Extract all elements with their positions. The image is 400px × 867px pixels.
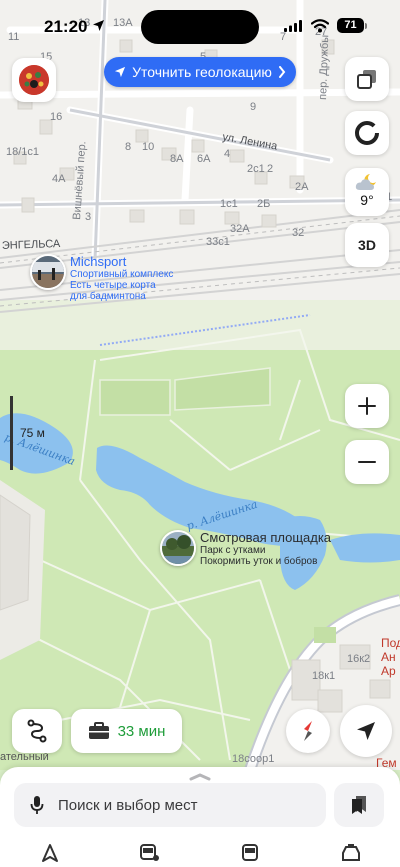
tab-taxi-icon[interactable] (340, 843, 362, 863)
commute-time-button[interactable]: 33 мин (71, 709, 182, 753)
house-number-label: 18соор1 (232, 753, 274, 765)
house-number-label: 1с1 (220, 198, 238, 210)
geolocation-label: Уточнить геолокацию (132, 64, 272, 80)
map-scale-bar (10, 396, 13, 470)
battery-indicator: 71 (337, 18, 364, 33)
status-time: 21:20 (44, 17, 88, 36)
briefcase-icon (88, 722, 109, 739)
chevron-right-icon (278, 66, 286, 78)
bottom-sheet[interactable]: Поиск и выбор мест (0, 767, 400, 867)
search-placeholder: Поиск и выбор мест (58, 796, 198, 814)
poi-subtitle: Спортивный комплекс (70, 269, 174, 280)
house-number-label: 2с1 (247, 163, 265, 175)
sports-hall-photo-icon (32, 256, 64, 288)
weather-button[interactable]: 9° (345, 168, 389, 216)
poi-photo (160, 530, 196, 566)
battery-tip (365, 23, 367, 29)
house-number-label: 3 (85, 211, 91, 223)
map-scale-label: 75 м (20, 426, 45, 440)
tab-bus-icon[interactable] (240, 843, 260, 863)
refine-geolocation-button[interactable]: Уточнить геолокацию (104, 57, 296, 87)
poi-marker-michsport[interactable]: Michsport Спортивный комплекс Есть четыр… (30, 254, 173, 302)
poi-photo (30, 254, 66, 290)
search-input[interactable]: Поиск и выбор мест (14, 783, 326, 827)
poi-detail: Покормить уток и бобров (200, 556, 318, 567)
my-location-button[interactable] (340, 705, 392, 757)
house-number-label: 8 (125, 141, 131, 153)
compass-icon (304, 721, 312, 741)
house-number-label: 10 (142, 141, 154, 153)
navigation-arrow-icon (357, 722, 375, 740)
tab-transport-icon[interactable] (138, 843, 160, 863)
zoom-in-button[interactable] (345, 384, 389, 428)
signal-icon (284, 20, 302, 32)
layers-icon (357, 70, 376, 89)
plus-icon (358, 397, 376, 415)
bookmarks-button[interactable] (334, 783, 384, 827)
microphone-icon[interactable] (30, 795, 44, 815)
house-number-label: 32А (230, 223, 250, 235)
poi-cut-label-2: Ан (381, 650, 396, 664)
poi-subtitle: Парк с утками (200, 545, 266, 556)
house-number-label: 33с1 (206, 236, 230, 248)
house-number-label: 4А (52, 173, 66, 185)
house-number-label: 6А (197, 153, 211, 165)
poi-cut-label-1: Под (381, 636, 400, 650)
zoom-out-button[interactable] (345, 440, 389, 484)
house-number-label: 2А (295, 181, 309, 193)
poi-detail: Есть четыре корта (70, 280, 156, 291)
compass-button[interactable] (286, 709, 330, 753)
wifi-icon (311, 19, 329, 33)
house-number-label: 16 (50, 111, 62, 123)
viewpoint-photo-icon (162, 532, 194, 564)
poi-title: Michsport (70, 254, 127, 269)
poi-marker-viewpoint[interactable]: Смотровая площадка Парк с утками Покорми… (160, 530, 331, 567)
house-number-label: 4 (224, 148, 230, 160)
avatar-pattern-icon (19, 65, 49, 95)
alice-assistant-button[interactable] (345, 111, 389, 155)
bottom-tab-bar (0, 839, 400, 867)
house-number-label: 2 (267, 163, 273, 175)
status-bar: 21:20 71 (0, 0, 400, 54)
alice-assistant-icon (355, 121, 380, 145)
house-number-label: 8А (170, 153, 184, 165)
3d-mode-label: 3D (358, 237, 376, 253)
commute-time: 33 мин (117, 722, 166, 740)
location-arrow-icon (115, 66, 126, 78)
weather-temperature: 9° (360, 192, 374, 208)
route-button[interactable] (12, 709, 62, 753)
poi-detail: для бадминтона (70, 291, 146, 302)
profile-avatar-button[interactable] (12, 58, 56, 102)
poi-cut-label-3: Ар (381, 664, 396, 678)
bookmarks-icon (352, 796, 366, 814)
house-number-label: 2Б (257, 198, 270, 210)
cloud-moon-icon (355, 174, 376, 190)
avatar (19, 65, 49, 95)
dynamic-island (141, 10, 259, 44)
route-icon (27, 719, 47, 743)
location-arrow-icon (93, 20, 104, 31)
house-number-label: 18к1 (312, 670, 335, 682)
street-label-engelsa: ЭНГЕЛЬСА (2, 238, 61, 252)
poi-title: Смотровая площадка (200, 530, 332, 545)
sheet-handle-icon[interactable] (189, 773, 211, 781)
house-number-label: 18/1с1 (6, 146, 39, 158)
minus-icon (358, 461, 376, 463)
tab-navigator-icon[interactable] (40, 843, 60, 863)
layers-button[interactable] (345, 57, 389, 101)
house-number-label: 16к2 (347, 653, 370, 665)
3d-mode-button[interactable]: 3D (345, 223, 389, 267)
house-number-label: 32 (292, 227, 304, 239)
house-number-label: 9 (250, 101, 256, 113)
